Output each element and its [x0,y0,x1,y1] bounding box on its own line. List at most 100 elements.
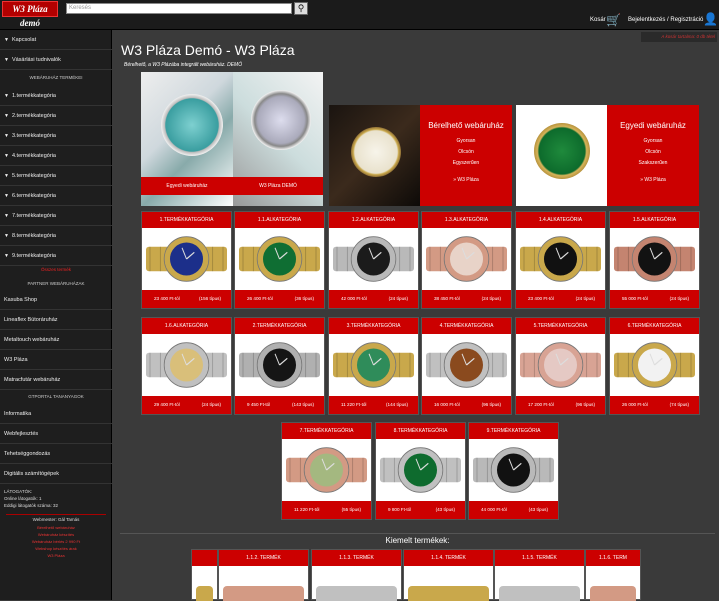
featured-title-label[interactable]: 1.1.2. TERMÉK [219,550,308,566]
promo-link[interactable]: » W3 Pláza [607,177,699,183]
sidebar-item-course[interactable]: Digitális számítógépek [0,464,112,484]
category-image[interactable] [142,228,231,290]
category-image[interactable] [329,228,418,290]
category-image[interactable] [516,334,605,396]
category-image[interactable] [376,439,465,501]
sidebar-item-category[interactable]: ▼ 8.termékkategória [0,226,112,246]
footer-link[interactable]: Webshop készítés árak [0,546,112,551]
sidebar-item-category[interactable]: ▼ 1.termékkategória [0,86,112,106]
sidebar-item-course[interactable]: Tehetséggondozás [0,444,112,464]
category-image[interactable] [469,439,558,501]
category-card[interactable]: 1.6.ALKATEGÓRIA 29 400 Ft-tól (24 típus) [141,317,232,415]
sidebar-item-category[interactable]: ▼ 5.termékkategória [0,166,112,186]
category-image[interactable] [516,228,605,290]
category-title[interactable]: 1.5.ALKATEGÓRIA [610,212,699,228]
search-input[interactable]: Keresés [66,3,292,14]
category-card[interactable]: 7.TERMÉKKATEGÓRIA 11 220 Ft-tól (55 típus) [281,422,372,520]
featured-card[interactable]: 1.1.4. TERMÉK [403,549,494,601]
featured-title-label[interactable]: 1.1.6. TERM [586,550,640,566]
category-card[interactable]: 1.1.ALKATEGÓRIA 26 400 Ft-tól (36 típus) [234,211,325,309]
all-products-link[interactable]: Összes termék [0,264,112,276]
category-card[interactable]: 1.3.ALKATEGÓRIA 38 450 Ft-tól (24 típus) [421,211,512,309]
category-card[interactable]: 1.TERMÉKKATEGÓRIA 23 400 Ft-tól (156 típus… [141,211,232,309]
sidebar-item-course[interactable]: Webfejlesztés [0,424,112,444]
category-title[interactable]: 7.TERMÉKKATEGÓRIA [282,423,371,439]
footer-link[interactable]: Webáruház bérlés 2 990 Ft [0,539,112,544]
category-card[interactable]: 5.TERMÉKKATEGÓRIA 17 200 Ft-tól (96 típus) [515,317,606,415]
search-button[interactable]: ⚲ [294,2,308,15]
login-link[interactable]: Bejelentkezés / Regisztráció [628,17,703,23]
sidebar-item-partner[interactable]: Kasuba Shop [0,290,112,310]
featured-image[interactable] [192,566,217,601]
category-image[interactable] [610,228,699,290]
sidebar-item-partner[interactable]: Matracfutár webáruház [0,370,112,390]
category-title[interactable]: 2.TERMÉKKATEGÓRIA [235,318,324,334]
featured-title-label[interactable]: 1.1.4. TERMÉK [404,550,493,566]
category-card[interactable]: 8.TERMÉKKATEGÓRIA 9 800 Ft-tól (43 típus) [375,422,466,520]
featured-image[interactable] [495,566,584,601]
sidebar-item-category[interactable]: ▼ 2.termékkategória [0,106,112,126]
category-image[interactable] [142,334,231,396]
featured-image[interactable] [219,566,308,601]
category-card[interactable]: 2.TERMÉKKATEGÓRIA 9 450 Ft-tól (143 típus) [234,317,325,415]
category-card[interactable]: 1.5.ALKATEGÓRIA 55 000 Ft-tól (24 típus) [609,211,700,309]
category-image[interactable] [422,228,511,290]
cart-link[interactable]: Kosár [590,17,606,23]
featured-card[interactable]: 1.1.6. TERM [585,549,641,601]
featured-card[interactable] [191,549,218,601]
category-card[interactable]: 3.TERMÉKKATEGÓRIA 11 220 Ft-tól (144 típus… [328,317,419,415]
sidebar-item-category[interactable]: ▼ 4.termékkategória [0,146,112,166]
footer-link[interactable]: Webáruház készítés [0,532,112,537]
featured-image[interactable] [404,566,493,601]
category-image[interactable] [282,439,371,501]
category-title[interactable]: 6.TERMÉKKATEGÓRIA [610,318,699,334]
featured-title-label[interactable]: 1.1.5. TERMÉK [495,550,584,566]
footer-link[interactable]: W3 Pláza [0,553,112,558]
category-title[interactable]: 1.4.ALKATEGÓRIA [516,212,605,228]
cart-icon[interactable]: 🛒 [606,13,621,27]
sidebar-item-category[interactable]: ▼ 7.termékkategória [0,206,112,226]
category-title[interactable]: 1.6.ALKATEGÓRIA [142,318,231,334]
promo-custom-box[interactable]: Egyedi webáruház Gyorsan Olcsón Szakszer… [607,105,699,206]
featured-title-label[interactable] [192,550,217,566]
category-title[interactable]: 9.TERMÉKKATEGÓRIA [469,423,558,439]
featured-title-label[interactable]: 1.1.3. TERMÉK [312,550,401,566]
category-card[interactable]: 1.2.ALKATEGÓRIA 42 000 Ft-tól (24 típus) [328,211,419,309]
category-title[interactable]: 4.TERMÉKKATEGÓRIA [422,318,511,334]
sidebar-item-category[interactable]: ▼ 3.termékkategória [0,126,112,146]
sidebar-item-category[interactable]: ▼ 9.termékkategória [0,246,112,266]
category-title[interactable]: 8.TERMÉKKATEGÓRIA [376,423,465,439]
site-logo[interactable]: W3 Pláza demó [2,1,58,28]
promo-rental-box[interactable]: Bérelhető webáruház Gyorsan Olcsón Egysz… [420,105,512,206]
featured-card[interactable]: 1.1.5. TERMÉK [494,549,585,601]
featured-image[interactable] [586,566,640,601]
promo-link[interactable]: » W3 Pláza [420,177,512,183]
category-image[interactable] [422,334,511,396]
category-image[interactable] [329,334,418,396]
category-title[interactable]: 1.1.ALKATEGÓRIA [235,212,324,228]
category-title[interactable]: 1.2.ALKATEGÓRIA [329,212,418,228]
featured-card[interactable]: 1.1.3. TERMÉK [311,549,402,601]
featured-image[interactable] [312,566,401,601]
category-title[interactable]: 3.TERMÉKKATEGÓRIA [329,318,418,334]
category-card[interactable]: 1.4.ALKATEGÓRIA 23 400 Ft-tól (24 típus) [515,211,606,309]
sidebar-item-category[interactable]: ▼ 6.termékkategória [0,186,112,206]
category-image[interactable] [235,228,324,290]
category-card[interactable]: 9.TERMÉKKATEGÓRIA 44 000 Ft-tól (43 típus) [468,422,559,520]
sidebar-item-partner[interactable]: W3 Pláza [0,350,112,370]
category-card[interactable]: 6.TERMÉKKATEGÓRIA 26 000 Ft-tól (74 típus) [609,317,700,415]
sidebar-item-partner[interactable]: Metaltouch webáruház [0,330,112,350]
category-title[interactable]: 5.TERMÉKKATEGÓRIA [516,318,605,334]
user-icon[interactable]: 👤 [703,12,718,26]
category-card[interactable]: 4.TERMÉKKATEGÓRIA 16 000 Ft-tól (96 típus) [421,317,512,415]
sidebar-item[interactable]: ▼ Vásárlási tudnivalók [0,50,112,70]
category-image[interactable] [235,334,324,396]
category-title[interactable]: 1.3.ALKATEGÓRIA [422,212,511,228]
sidebar-item-course[interactable]: Informatika [0,404,112,424]
promo-cube[interactable]: Egyedi webáruház W3 Pláza DEMÓ [141,72,323,206]
category-image[interactable] [610,334,699,396]
sidebar-item[interactable]: ▼ Kapcsolat [0,30,112,50]
footer-link[interactable]: Bérelhető webáruház [0,525,112,530]
sidebar-item-partner[interactable]: Lineaflex Bútoráruház [0,310,112,330]
category-title[interactable]: 1.TERMÉKKATEGÓRIA [142,212,231,228]
